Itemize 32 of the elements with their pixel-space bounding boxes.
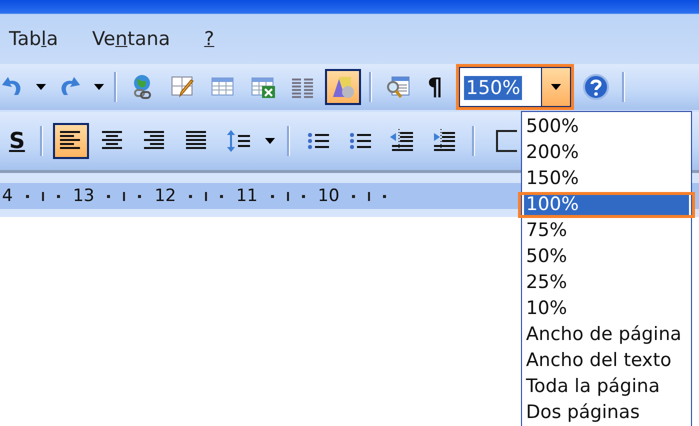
zoom-option[interactable]: Ancho de página	[524, 325, 689, 345]
zoom-option[interactable]: 100%	[524, 195, 689, 215]
zoom-option[interactable]: 10%	[524, 299, 689, 319]
zoom-option[interactable]: Toda la página	[524, 377, 689, 397]
underline-button[interactable]: S	[4, 123, 30, 159]
help-icon	[582, 73, 610, 101]
ruler-number: 13	[72, 186, 94, 206]
caret-icon	[94, 84, 104, 90]
menu-item[interactable]: Tabla	[9, 28, 58, 50]
zoom-option[interactable]: Dos páginas	[524, 403, 689, 423]
toolbar-button[interactable]	[325, 69, 361, 105]
caret-icon	[551, 84, 561, 90]
toolbar-button[interactable]	[53, 123, 89, 159]
ruler-number: 12	[154, 186, 176, 206]
zoom-value: 150%	[464, 76, 522, 100]
dropdown-button[interactable]	[541, 68, 570, 106]
zoom-option[interactable]: 150%	[524, 169, 689, 189]
caret-icon	[36, 84, 46, 90]
menu-item[interactable]: ?	[204, 28, 214, 50]
zoom-option[interactable]: 50%	[524, 247, 689, 267]
zoom-combo-box[interactable]: 150%	[459, 67, 571, 107]
menu-item[interactable]: Ventana	[92, 28, 170, 50]
paragraph-marks-button[interactable]: ¶	[420, 69, 450, 105]
zoom-option[interactable]: 200%	[524, 143, 689, 163]
zoom-option[interactable]: 500%	[524, 117, 689, 137]
caret-icon	[265, 138, 275, 144]
ruler-number: 10	[318, 186, 340, 206]
zoom-option[interactable]: Ancho del texto	[524, 351, 689, 371]
zoom-option[interactable]: 25%	[524, 273, 689, 293]
ruler-number: 11	[236, 186, 258, 206]
ruler-number: 4	[2, 186, 13, 206]
zoom-option[interactable]: 75%	[524, 221, 689, 241]
